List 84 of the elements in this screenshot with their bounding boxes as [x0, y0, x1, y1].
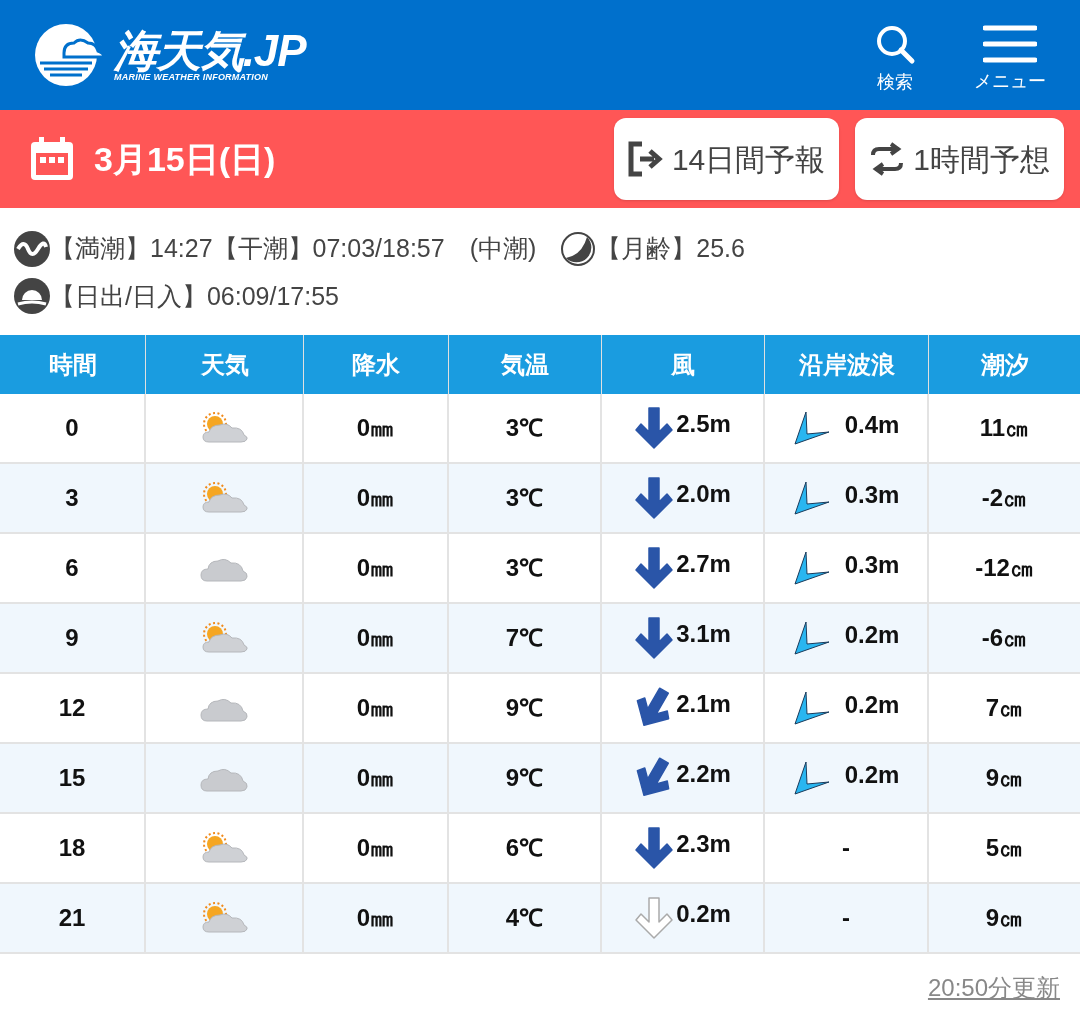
sun-times: 【日出/日入】06:09/17:55	[50, 280, 339, 312]
table-cell: 18	[0, 814, 146, 882]
menu-button[interactable]: メニュー	[974, 23, 1046, 95]
arrow-icon	[634, 896, 675, 940]
tide-info: 【満潮】14:27【干潮】07:03/18:57 (中潮)	[50, 233, 537, 264]
wind-speed: 2.7m	[676, 549, 731, 579]
table-cell: 0㎜	[304, 464, 449, 532]
arrow-icon	[634, 616, 675, 660]
wind-speed: 2.0m	[676, 479, 731, 509]
arrowhead-icon	[792, 690, 831, 726]
table-cell: 12	[0, 674, 146, 742]
update-link[interactable]: 20:50分更新	[927, 974, 1060, 1002]
table-cell: 9℃	[449, 744, 602, 812]
moon-age: 【月齢】25.6	[596, 233, 745, 264]
arrowhead-icon	[792, 480, 831, 516]
logo-tagline: MARINE WEATHER INFORMATION	[114, 72, 269, 82]
wind-speed: 3.1m	[676, 619, 731, 649]
arrowhead-icon	[792, 410, 831, 446]
logo-text: 海天気.JP	[114, 28, 306, 73]
table-cell-text: 5㎝	[984, 833, 1025, 863]
swap-icon	[869, 141, 906, 177]
arrow-icon	[634, 406, 675, 450]
table-cell: 3℃	[449, 464, 602, 532]
arrow-icon	[634, 546, 675, 590]
arrowhead-icon	[792, 550, 831, 586]
sun-cloud-icon	[199, 411, 249, 445]
table-cell: 9℃	[449, 674, 602, 742]
table-cell: 21	[0, 884, 146, 952]
table-cell: 0㎜	[304, 534, 449, 602]
sunrise-icon	[14, 278, 50, 315]
table-cell: 3℃	[449, 534, 602, 602]
column-header: 潮汐	[979, 349, 1030, 380]
table-cell: 0㎜	[304, 744, 449, 812]
wind-speed: 2.5m	[676, 409, 731, 439]
table-cell-text: 9㎝	[984, 763, 1025, 793]
wind-speed: 2.3m	[676, 829, 731, 859]
table-cell: 15	[0, 744, 146, 812]
wave-height: -	[842, 833, 850, 863]
sun-cloud-icon	[199, 831, 249, 865]
table-cell: 6℃	[449, 814, 602, 882]
table-cell: 3℃	[449, 394, 602, 462]
menu-icon	[983, 23, 1037, 64]
sun-cloud-icon	[199, 621, 249, 655]
wave-icon	[14, 230, 50, 267]
table-cell: 0㎜	[304, 814, 449, 882]
wave-height: 0.2m	[844, 760, 900, 790]
arrow-icon	[634, 476, 675, 520]
table-cell: 0㎜	[304, 394, 449, 462]
wave-height: 0.3m	[844, 480, 900, 510]
table-cell: 0㎜	[304, 674, 449, 742]
table-cell-text: 7㎝	[984, 693, 1025, 723]
table-cell-text: 9㎝	[984, 903, 1025, 933]
wind-speed: 0.2m	[676, 899, 731, 929]
table-cell: 4℃	[449, 884, 602, 952]
sun-cloud-icon	[199, 481, 249, 515]
wave-height: 0.3m	[844, 550, 900, 580]
wave-height: 0.4m	[844, 410, 900, 440]
calendar-icon	[28, 135, 76, 183]
table-cell-text: -2㎝	[980, 483, 1029, 513]
sun-cloud-icon	[199, 901, 249, 935]
table-cell: 7℃	[449, 604, 602, 672]
moon-icon	[560, 230, 597, 267]
date-label: 3月15日(日)	[94, 138, 276, 180]
table-cell: 0㎜	[304, 604, 449, 672]
table-cell: 0	[0, 394, 146, 462]
table-cell: 3	[0, 464, 146, 532]
forecast-button[interactable]: 14日間予報	[613, 118, 840, 200]
arrowhead-icon	[792, 620, 831, 656]
table-cell: 0㎜	[304, 884, 449, 952]
table-cell: 9	[0, 604, 146, 672]
search-button[interactable]: 検索	[874, 22, 916, 96]
wave-height: 0.2m	[844, 690, 900, 720]
forecast-button[interactable]: 1時間予想	[855, 118, 1064, 200]
table-cell-text: 11㎝	[978, 413, 1031, 443]
arrow-icon	[634, 826, 675, 870]
wave-height: -	[842, 903, 850, 933]
table-cell-text: -6㎝	[980, 623, 1029, 653]
wind-speed: 2.2m	[676, 759, 731, 789]
table-cell-text: -12㎝	[974, 553, 1035, 583]
wave-height: 0.2m	[844, 620, 900, 650]
wind-speed: 2.1m	[676, 689, 731, 719]
arrowhead-icon	[792, 760, 831, 796]
exit-icon	[627, 141, 664, 177]
table-cell: 6	[0, 534, 146, 602]
